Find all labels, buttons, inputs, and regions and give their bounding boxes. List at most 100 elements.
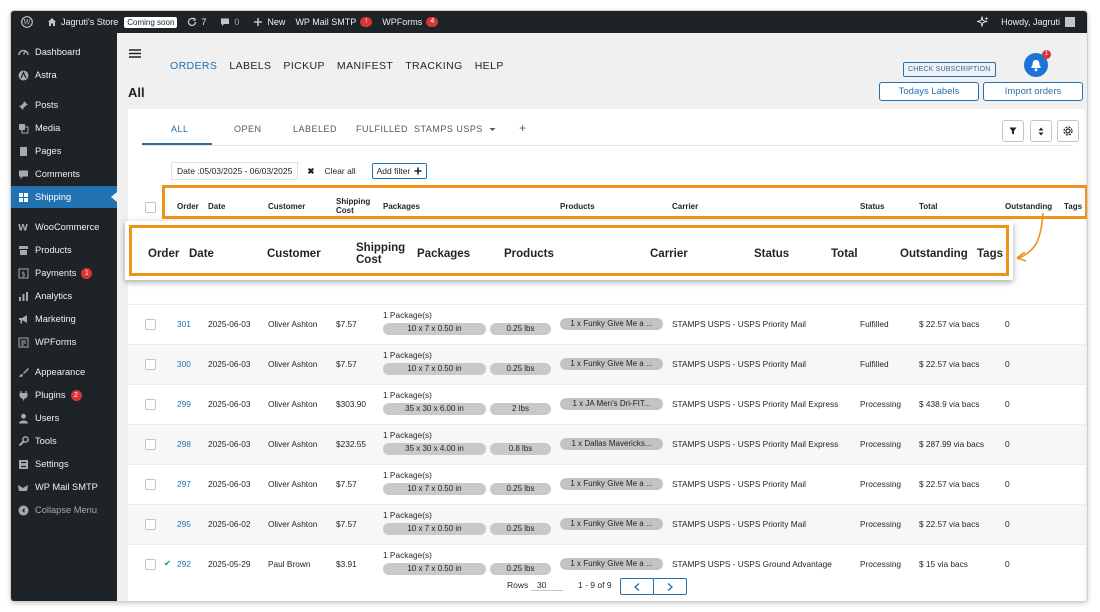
collapse-menu-button[interactable]: Collapse Menu — [11, 499, 117, 521]
row-checkbox[interactable] — [145, 559, 156, 570]
smtp-link[interactable]: WP Mail SMTP ! — [295, 17, 373, 27]
megaphone-icon — [17, 313, 29, 325]
row-checkbox[interactable] — [145, 399, 156, 410]
row-checkbox[interactable] — [145, 359, 156, 370]
order-status: Processing — [860, 479, 902, 489]
sidebar-item-appearance[interactable]: Appearance — [11, 361, 117, 383]
filter-button[interactable] — [1002, 120, 1024, 142]
import-orders-button[interactable]: Import orders — [983, 82, 1083, 101]
date-filter-chip[interactable]: Date :05/03/2025 - 06/03/2025 — [171, 162, 299, 180]
table-row[interactable]: 295 2025-06-02 Oliver Ashton $7.57 1 Package… — [128, 504, 1085, 545]
sidebar-item-comments[interactable]: Comments — [11, 163, 117, 185]
table-row[interactable]: 297 2025-06-03 Oliver Ashton $7.57 1 Package… — [128, 464, 1085, 505]
table-row[interactable]: 301 2025-06-03 Oliver Ashton $7.57 1 Package… — [128, 304, 1085, 345]
table-row[interactable]: 298 2025-06-03 Oliver Ashton $232.55 1 Packa… — [128, 424, 1085, 465]
order-id-link[interactable]: 297 — [177, 479, 191, 489]
sidebar-item-users[interactable]: Users — [11, 407, 117, 429]
sort-button[interactable] — [1030, 120, 1052, 142]
nav-orders[interactable]: ORDERS — [170, 60, 217, 72]
sidebar-item-payments[interactable]: $ Payments 1 — [11, 262, 117, 284]
shipping-cost: $3.91 — [336, 559, 357, 569]
updates-link[interactable]: 7 — [187, 17, 206, 27]
package-dimensions: 10 x 7 x 0.50 in — [383, 363, 486, 375]
sidebar-item-tools[interactable]: Tools — [11, 430, 117, 452]
page-title: All — [128, 85, 145, 100]
remove-date-filter-icon[interactable]: ✖ — [307, 166, 314, 177]
tab-stamps-usps[interactable]: STAMPS USPS — [414, 124, 496, 134]
site-name-link[interactable]: Jagruti's Store Coming soon — [47, 16, 178, 28]
nav-manifest[interactable]: MANIFEST — [337, 60, 393, 72]
nav-tracking[interactable]: TRACKING — [405, 60, 462, 72]
tabs-divider — [142, 145, 1073, 146]
howdy-user[interactable]: Howdy, Jagruti — [1001, 17, 1060, 27]
sidebar-item-label: Appearance — [35, 367, 86, 377]
row-checkbox[interactable] — [145, 439, 156, 450]
tab-fulfilled[interactable]: FULFILLED — [356, 124, 408, 134]
nav-help[interactable]: HELP — [475, 60, 504, 72]
nav-labels[interactable]: LABELS — [229, 60, 271, 72]
settings-button[interactable] — [1057, 120, 1079, 142]
sidebar-item-plugins[interactable]: Plugins 2 — [11, 384, 117, 406]
order-id-link[interactable]: 301 — [177, 319, 191, 329]
new-content-link[interactable]: New — [253, 17, 285, 27]
package-weight: 0.25 lbs — [490, 563, 551, 575]
clear-all-link[interactable]: Clear all — [324, 166, 355, 176]
order-id-link[interactable]: 298 — [177, 439, 191, 449]
order-id-link[interactable]: 295 — [177, 519, 191, 529]
row-checkbox[interactable] — [145, 319, 156, 330]
package-dimensions: 35 x 30 x 4.00 in — [383, 443, 486, 455]
table-row[interactable]: 300 2025-06-03 Oliver Ashton $7.57 1 Package… — [128, 344, 1085, 385]
sidebar-item-wpforms[interactable]: WPForms — [11, 331, 117, 353]
rows-per-page-select[interactable]: 30 — [531, 577, 563, 591]
order-total: $ 438.9 via bacs — [919, 399, 980, 409]
comments-link[interactable]: 0 — [220, 17, 239, 27]
tab-all[interactable]: ALL — [171, 124, 189, 134]
sidebar-item-media[interactable]: Media — [11, 117, 117, 139]
wp-logo-icon[interactable]: W — [21, 16, 37, 28]
package-count: 1 Package(s) — [383, 310, 432, 320]
hamburger-menu-icon[interactable] — [129, 49, 141, 58]
sidebar-item-label: Products — [35, 245, 72, 255]
add-filter-button[interactable]: Add filter — [371, 163, 428, 179]
order-id-link[interactable]: 292 — [177, 559, 191, 569]
sidebar-item-analytics[interactable]: Analytics — [11, 285, 117, 307]
chevron-left-icon — [634, 582, 640, 591]
order-id-link[interactable]: 299 — [177, 399, 191, 409]
select-all-checkbox[interactable] — [145, 202, 156, 213]
order-date: 2025-06-03 — [208, 479, 251, 489]
sidebar-item-posts[interactable]: Posts — [11, 94, 117, 116]
avatar[interactable] — [1065, 17, 1075, 27]
table-row[interactable]: 299 2025-06-03 Oliver Ashton $303.90 1 Packa… — [128, 384, 1085, 425]
wpforms-link[interactable]: WPForms 4 — [382, 17, 439, 27]
nav-pickup[interactable]: PICKUP — [283, 60, 325, 72]
admin-sidebar: Dashboard Astra Posts Media Pages Commen… — [11, 33, 117, 601]
sidebar-item-dashboard[interactable]: Dashboard — [11, 41, 117, 63]
sidebar-item-pages[interactable]: Pages — [11, 140, 117, 162]
carrier-service: STAMPS USPS - USPS Priority Mail — [672, 319, 807, 329]
pin-icon — [17, 99, 29, 111]
package-dimensions: 35 x 30 x 6.00 in — [383, 403, 486, 415]
sidebar-item-label: WPForms — [35, 337, 77, 347]
order-id-link[interactable]: 300 — [177, 359, 191, 369]
check-subscription-button[interactable]: CHECK SUBSCRIPTION — [903, 62, 996, 77]
package-weight: 0.25 lbs — [490, 483, 551, 495]
prev-page-button[interactable] — [620, 578, 654, 595]
sidebar-item-products[interactable]: Products — [11, 239, 117, 261]
sidebar-item-woocommerce[interactable]: W WooCommerce — [11, 216, 117, 238]
sidebar-item-wp-mail-smtp[interactable]: WP Mail SMTP — [11, 476, 117, 498]
sidebar-item-marketing[interactable]: Marketing — [11, 308, 117, 330]
row-checkbox[interactable] — [145, 519, 156, 530]
next-page-button[interactable] — [653, 578, 687, 595]
sidebar-item-shipping[interactable]: Shipping — [11, 186, 117, 208]
sidebar-item-settings[interactable]: Settings — [11, 453, 117, 475]
ai-sparkle-icon[interactable] — [977, 16, 989, 28]
sidebar-item-label: Comments — [35, 169, 80, 179]
add-tab-button[interactable]: + — [519, 121, 527, 135]
tab-open[interactable]: OPEN — [234, 124, 262, 134]
astra-icon — [17, 69, 29, 81]
row-checkbox[interactable] — [145, 479, 156, 490]
chevron-right-icon — [667, 582, 673, 591]
todays-labels-button[interactable]: Todays Labels — [879, 82, 979, 101]
tab-labeled[interactable]: LABELED — [293, 124, 337, 134]
sidebar-item-astra[interactable]: Astra — [11, 64, 117, 86]
